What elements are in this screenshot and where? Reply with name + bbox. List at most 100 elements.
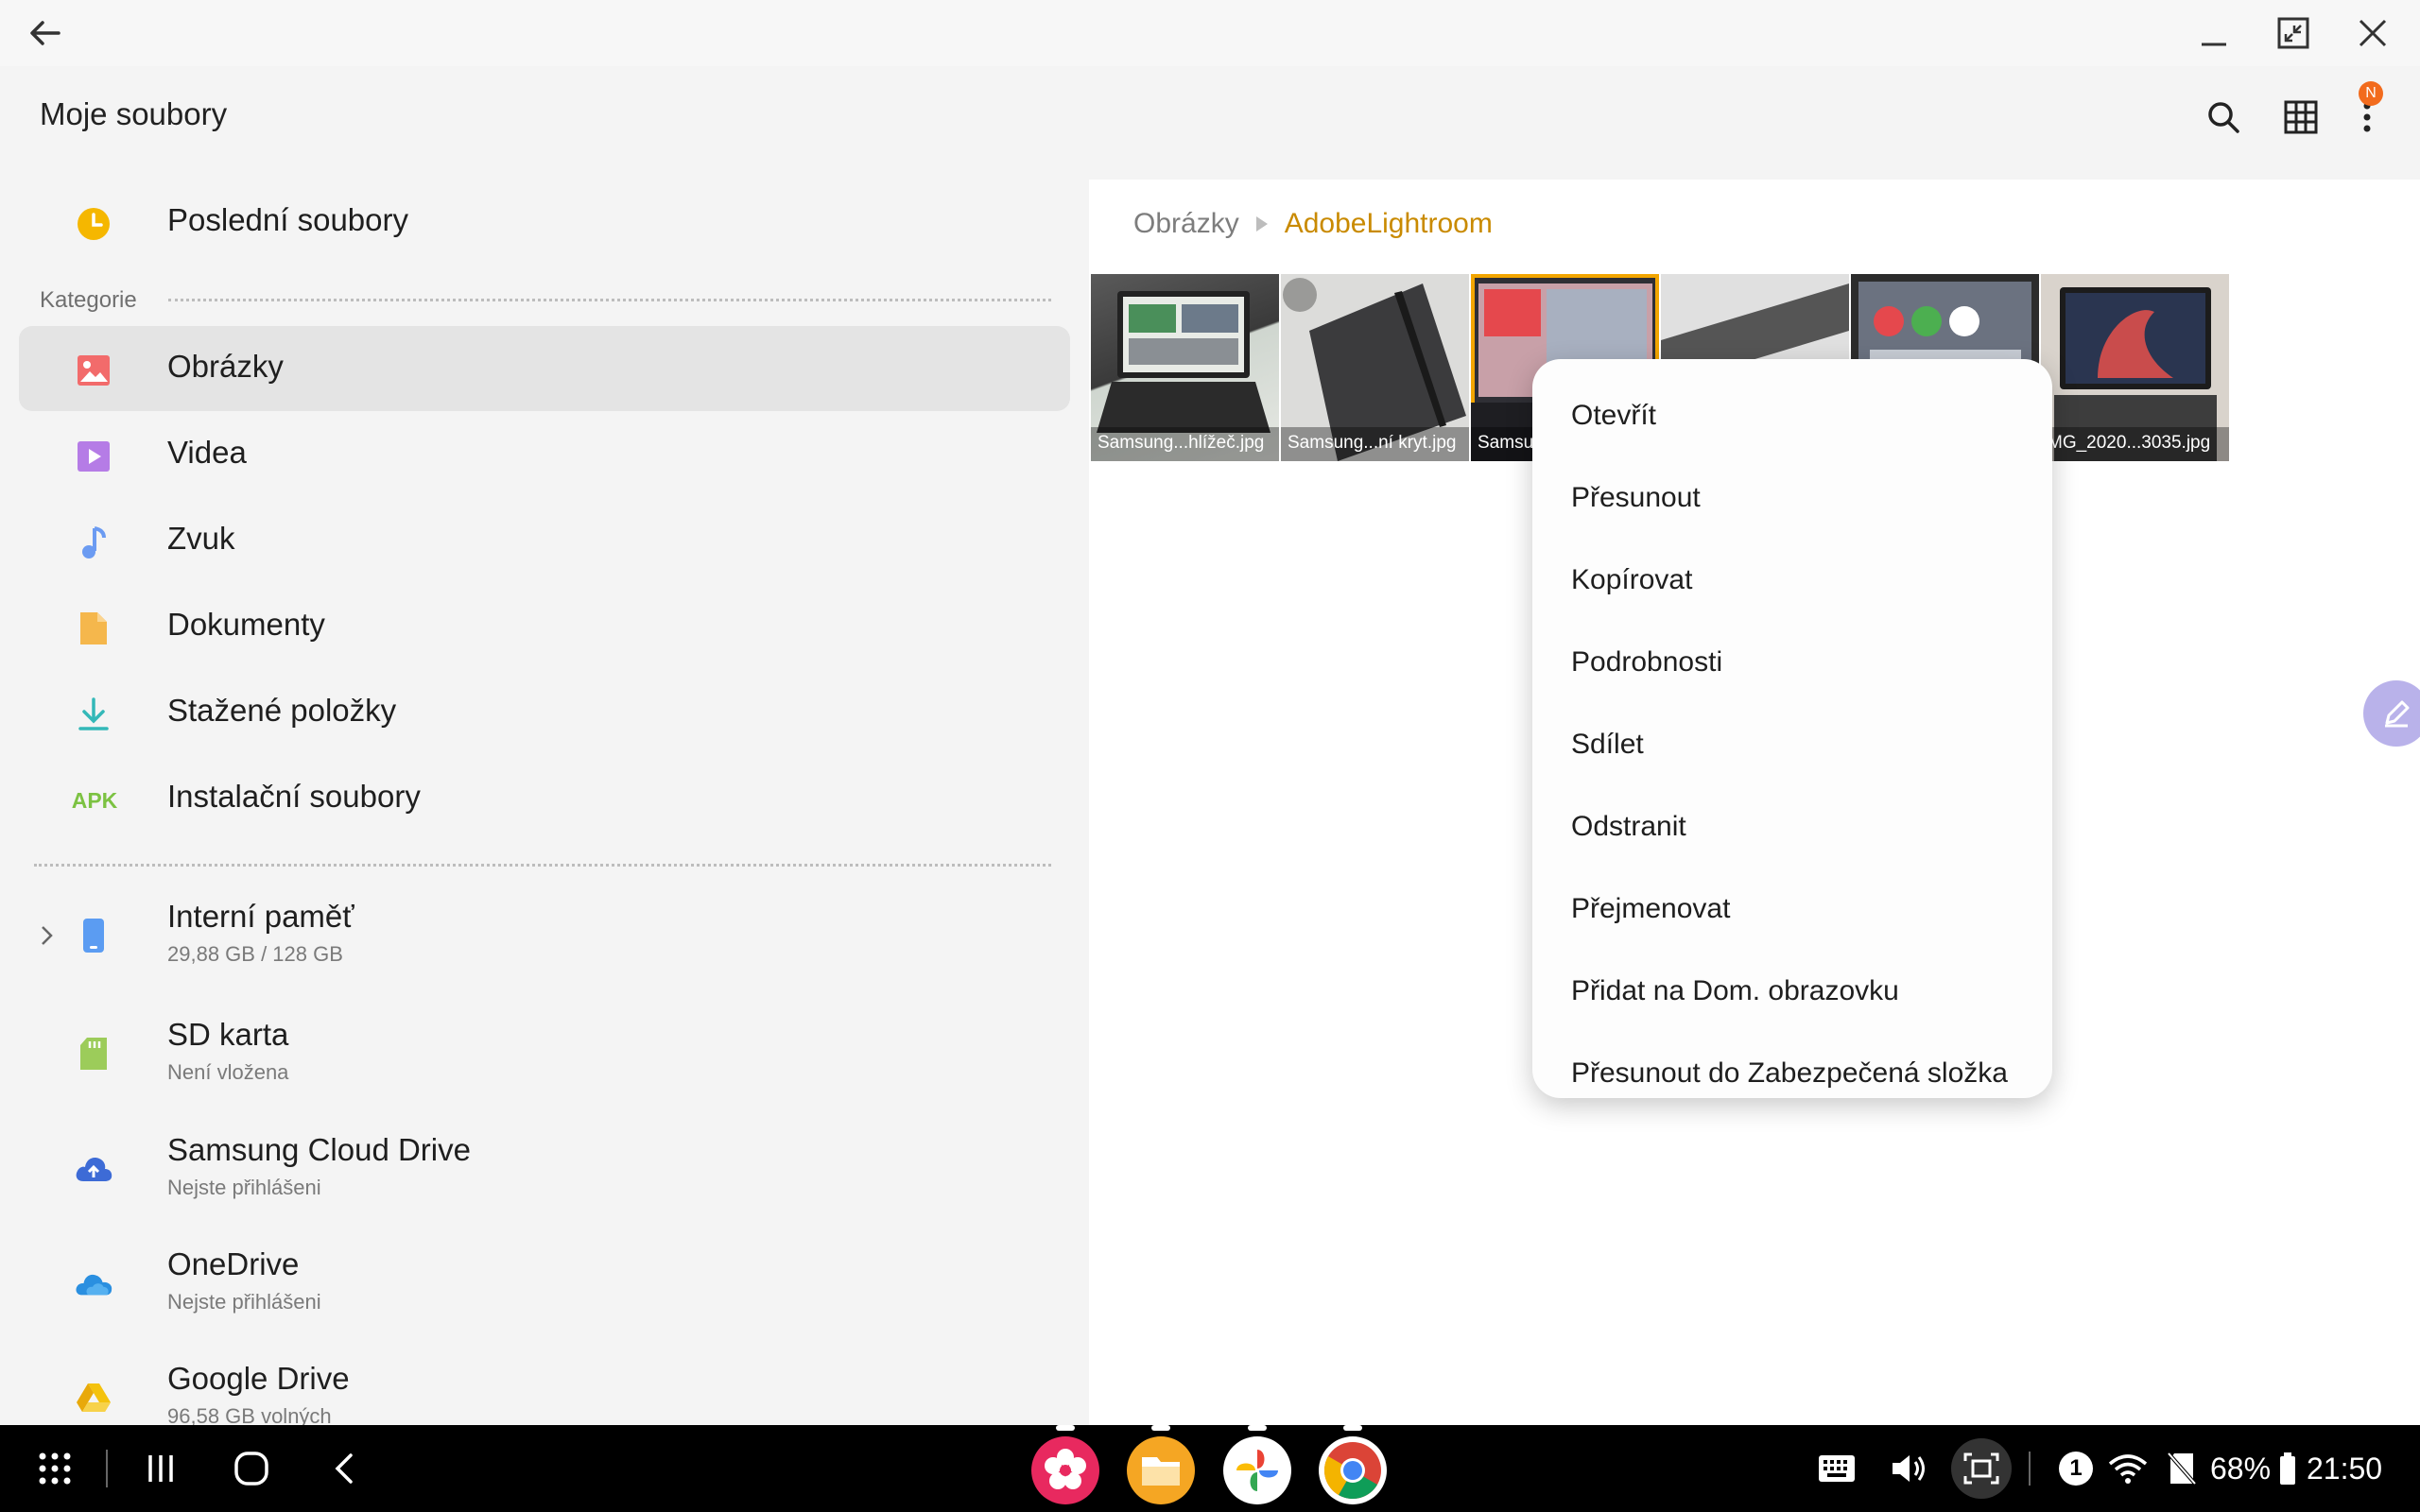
storage-subtext: Nejste přihlášeni	[167, 1176, 321, 1199]
sidebar-item-sd-card[interactable]: SD karta Není vložena	[19, 1002, 1070, 1106]
breadcrumb-current: AdobeLightroom	[1284, 208, 1493, 239]
volume-icon[interactable]	[1885, 1440, 1932, 1497]
storage-subtext: Nejste přihlášeni	[167, 1290, 321, 1314]
sd-card-icon	[74, 1034, 113, 1074]
thumbnail-item[interactable]: Samsung...ní kryt.jpg	[1281, 274, 1469, 461]
storage-subtext: Není vložena	[167, 1060, 289, 1084]
sidebar-item-label: Interní paměť	[167, 899, 354, 934]
grid-view-icon[interactable]	[2273, 89, 2329, 146]
minimize-icon[interactable]	[2186, 9, 2242, 57]
context-menu: Otevřít Přesunout Kopírovat Podrobnosti …	[1532, 359, 2052, 1098]
no-sim-icon	[2163, 1440, 2201, 1497]
menu-item-open[interactable]: Otevřít	[1532, 374, 2052, 456]
search-icon[interactable]	[2195, 89, 2252, 146]
window-title-bar	[0, 0, 2420, 66]
cloud-upload-icon	[74, 1149, 113, 1189]
storage-subtext: 29,88 GB / 128 GB	[167, 942, 343, 966]
screenshot-icon[interactable]	[1951, 1438, 2012, 1499]
running-indicator	[1248, 1425, 1267, 1431]
breadcrumb-separator-icon	[1254, 208, 1270, 240]
thumbnail-caption: Samsung...hlížeč.jpg	[1091, 427, 1279, 461]
menu-item-details[interactable]: Podrobnosti	[1532, 621, 2052, 703]
sidebar: Poslední soubory Kategorie Obrázky Videa…	[0, 180, 1087, 1425]
download-icon	[74, 695, 113, 734]
menu-item-rename[interactable]: Přejmenovat	[1532, 868, 2052, 950]
sidebar-item-label: SD karta	[167, 1017, 289, 1052]
back-icon[interactable]	[318, 1440, 371, 1497]
phone-icon	[74, 916, 113, 955]
thumbnail-caption: Samsung...ní kryt.jpg	[1281, 427, 1469, 461]
menu-item-copy[interactable]: Kopírovat	[1532, 539, 2052, 621]
breadcrumb: Obrázky AdobeLightroom	[1133, 208, 1493, 240]
image-icon	[74, 351, 113, 390]
clock[interactable]: 21:50	[2307, 1440, 2401, 1497]
menu-item-delete[interactable]: Odstranit	[1532, 785, 2052, 868]
sidebar-item-internal-storage[interactable]: Interní paměť 29,88 GB / 128 GB	[19, 884, 1070, 988]
home-icon[interactable]	[225, 1440, 278, 1497]
arrow-left-icon[interactable]	[17, 9, 74, 57]
sidebar-item-onedrive[interactable]: OneDrive Nejste přihlášeni	[19, 1231, 1070, 1335]
sidebar-item-videos[interactable]: Videa	[19, 412, 1070, 497]
storage-subtext: 96,58 GB volných	[167, 1404, 332, 1425]
battery-icon	[2276, 1440, 2299, 1497]
running-indicator	[1343, 1425, 1362, 1431]
sidebar-item-documents[interactable]: Dokumenty	[19, 584, 1070, 669]
restore-icon[interactable]	[2265, 9, 2322, 57]
app-title: Moje soubory	[40, 96, 228, 131]
thumbnail-item[interactable]: MG_2020...3035.jpg	[2041, 274, 2229, 461]
close-icon[interactable]	[2344, 9, 2401, 57]
breadcrumb-parent[interactable]: Obrázky	[1133, 208, 1239, 240]
sidebar-item-label: Stažené položky	[167, 693, 397, 728]
menu-item-share[interactable]: Sdílet	[1532, 703, 2052, 785]
sidebar-item-label: Videa	[167, 435, 247, 470]
sidebar-item-installers[interactable]: APK Instalační soubory	[19, 756, 1070, 841]
sidebar-item-images[interactable]: Obrázky	[19, 326, 1070, 411]
my-files-app-icon[interactable]	[1127, 1436, 1195, 1504]
clock-icon	[74, 204, 113, 244]
running-indicator	[1056, 1425, 1075, 1431]
blossom-app-icon[interactable]	[1031, 1436, 1099, 1504]
category-heading: Kategorie	[40, 287, 137, 313]
taskbar-divider	[2029, 1452, 2031, 1486]
keyboard-icon[interactable]	[1813, 1440, 1860, 1497]
wifi-icon	[2106, 1440, 2150, 1497]
menu-item-add-to-home[interactable]: Přidat na Dom. obrazovku	[1532, 950, 2052, 1032]
onedrive-icon	[74, 1263, 113, 1303]
google-drive-icon	[74, 1378, 113, 1418]
sidebar-item-label: Google Drive	[167, 1361, 350, 1396]
recents-icon[interactable]	[134, 1440, 187, 1497]
taskbar: 1 68% 21:50	[0, 1425, 2420, 1512]
sidebar-item-label: Dokumenty	[167, 607, 325, 642]
notification-badge: N	[2359, 81, 2383, 106]
sidebar-item-label: Instalační soubory	[167, 779, 421, 814]
music-icon	[74, 523, 113, 562]
running-indicator	[1151, 1425, 1170, 1431]
sidebar-item-downloads[interactable]: Stažené položky	[19, 670, 1070, 755]
video-icon	[74, 437, 113, 476]
notification-count[interactable]: 1	[2057, 1440, 2095, 1497]
app-header: Moje soubory	[0, 66, 2420, 180]
apk-icon: APK	[71, 787, 118, 813]
sidebar-item-label: Zvuk	[167, 521, 235, 556]
sidebar-item-label: Samsung Cloud Drive	[167, 1132, 471, 1167]
sidebar-item-samsung-cloud[interactable]: Samsung Cloud Drive Nejste přihlášeni	[19, 1117, 1070, 1221]
google-photos-app-icon[interactable]	[1223, 1436, 1291, 1504]
battery-percent: 68%	[2209, 1451, 2272, 1486]
document-icon	[74, 609, 113, 648]
taskbar-divider	[106, 1450, 108, 1487]
sidebar-item-google-drive[interactable]: Google Drive 96,58 GB volných	[19, 1346, 1070, 1425]
divider	[34, 864, 1051, 867]
chrome-app-icon[interactable]	[1319, 1436, 1387, 1504]
sidebar-item-label: OneDrive	[167, 1246, 300, 1281]
sidebar-item-label: Obrázky	[167, 349, 284, 384]
sidebar-item-audio[interactable]: Zvuk	[19, 498, 1070, 583]
menu-item-move-to-secure-folder[interactable]: Přesunout do Zabezpečená složka	[1532, 1032, 2052, 1114]
chevron-right-icon[interactable]	[32, 921, 60, 950]
divider	[168, 299, 1051, 301]
sidebar-item-recent[interactable]: Poslední soubory	[19, 180, 1070, 265]
thumbnail-caption: MG_2020...3035.jpg	[2041, 427, 2229, 461]
thumbnail-item[interactable]: Samsung...hlížeč.jpg	[1091, 274, 1279, 461]
menu-item-move[interactable]: Přesunout	[1532, 456, 2052, 539]
app-drawer-icon[interactable]	[28, 1440, 81, 1497]
sidebar-item-label: Poslední soubory	[167, 202, 408, 237]
